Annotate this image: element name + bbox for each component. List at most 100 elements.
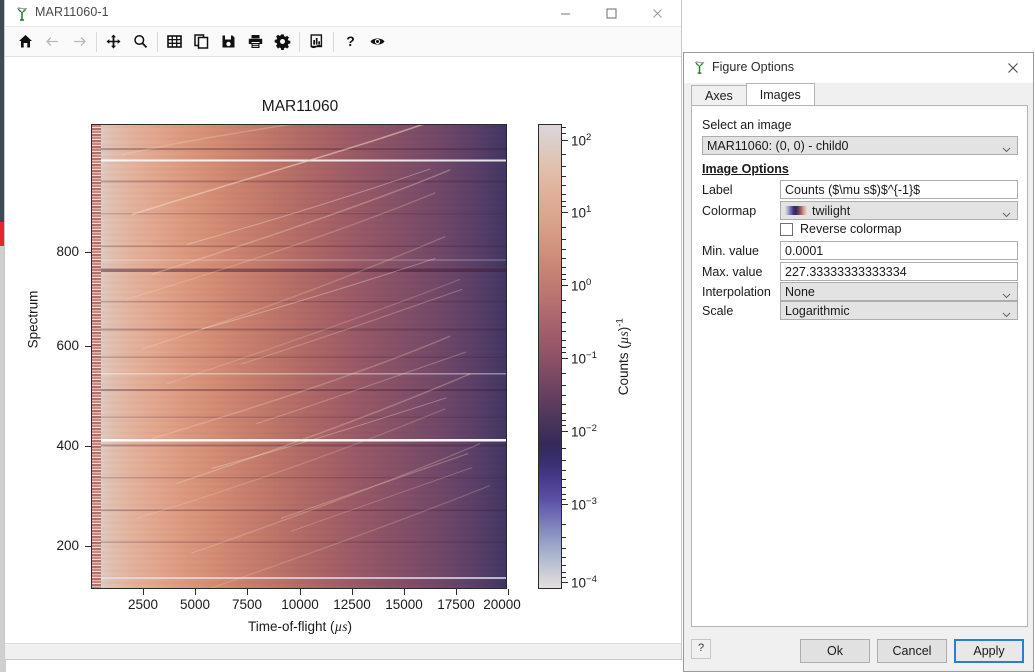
colorbar-minor-tick — [562, 470, 566, 471]
max-value-field-label: Max. value — [702, 265, 762, 279]
svg-text:?: ? — [346, 33, 355, 49]
colorbar-tick — [562, 140, 568, 141]
question-mark-icon[interactable]: ? — [337, 28, 364, 55]
matplotlib-icon — [692, 60, 707, 75]
y-axis-label: Spectrum — [26, 260, 41, 380]
scale-dropdown[interactable]: Logarithmic — [780, 301, 1018, 320]
colorbar-tick-label: 102 — [571, 132, 591, 149]
colorbar-minor-tick — [562, 279, 566, 280]
image-options-section-title: Image Options — [702, 162, 789, 176]
x-tick — [352, 589, 353, 595]
colorbar-minor-tick — [562, 166, 566, 167]
eye-icon[interactable] — [364, 28, 391, 55]
colorbar-tick — [562, 582, 568, 583]
colorbar-minor-tick — [562, 258, 566, 259]
tab-images-label: Images — [760, 88, 801, 102]
colorbar-tick-label: 10−1 — [571, 350, 597, 367]
colorbar-minor-tick — [562, 312, 566, 313]
ok-button[interactable]: Ok — [800, 639, 870, 663]
dialog-titlebar[interactable]: Figure Options — [684, 53, 1033, 83]
cancel-button[interactable]: Cancel — [877, 639, 947, 663]
x-tick — [300, 589, 301, 595]
colorbar-minor-tick — [562, 201, 566, 202]
colorbar-label-exponent: -1 — [614, 318, 625, 326]
dialog-tabs: Axes Images — [691, 85, 815, 106]
colormap-field-label: Colormap — [702, 204, 756, 218]
tab-axes[interactable]: Axes — [691, 85, 747, 106]
colorbar-minor-tick — [562, 557, 566, 558]
colorbar-minor-tick — [562, 300, 566, 301]
colorbar-minor-tick — [562, 572, 566, 573]
colorbar-minor-tick — [562, 133, 566, 134]
min-value-input[interactable]: 0.0001 — [780, 241, 1018, 260]
close-icon[interactable] — [634, 0, 680, 26]
minimize-icon[interactable] — [542, 0, 588, 26]
colorbar-tick-label: 10−3 — [571, 496, 597, 513]
document-chart-icon[interactable] — [303, 28, 330, 55]
x-tick — [195, 589, 196, 595]
heatmap-axes[interactable] — [91, 124, 507, 589]
heatmap-left-noise — [92, 125, 101, 588]
help-button[interactable]: ? — [691, 639, 711, 659]
colorbar-minor-tick — [562, 249, 566, 250]
colorbar-minor-tick — [562, 206, 566, 207]
x-tick — [247, 589, 248, 595]
select-image-value: MAR11060: (0, 0) - child0 — [707, 139, 849, 153]
colorbar-tick — [562, 212, 568, 213]
reverse-colormap-checkbox-row[interactable]: Reverse colormap — [780, 222, 901, 236]
colorbar-minor-tick — [562, 385, 566, 386]
magnifier-icon[interactable] — [127, 28, 154, 55]
colorbar-minor-tick — [562, 499, 566, 500]
arrow-right-icon[interactable] — [66, 28, 93, 55]
colorbar-label: Counts (µs)-1 — [614, 277, 632, 437]
maximize-icon[interactable] — [588, 0, 634, 26]
apply-button[interactable]: Apply — [954, 639, 1024, 663]
arrow-left-icon[interactable] — [39, 28, 66, 55]
colorbar-minor-tick — [562, 479, 566, 480]
max-value-input[interactable]: 227.33333333333334 — [780, 262, 1018, 281]
colorbar-tick-label: 10−2 — [571, 423, 597, 440]
figure-statusbar — [5, 643, 681, 659]
colorbar-tick — [562, 431, 568, 432]
move-icon[interactable] — [100, 28, 127, 55]
reverse-colormap-checkbox[interactable] — [780, 223, 793, 236]
select-image-dropdown[interactable]: MAR11060: (0, 0) - child0 — [702, 136, 1018, 155]
colorbar-minor-tick — [562, 565, 566, 566]
close-icon[interactable] — [993, 53, 1033, 82]
x-axis-label-suffix: ) — [348, 619, 353, 634]
x-tick — [456, 589, 457, 595]
reverse-colormap-label: Reverse colormap — [800, 222, 901, 236]
figure-titlebar[interactable]: MAR11060-1 — [5, 0, 681, 27]
y-tick — [85, 446, 91, 447]
colorbar-tick — [562, 358, 568, 359]
grid-icon[interactable] — [161, 28, 188, 55]
interpolation-dropdown[interactable]: None — [780, 282, 1018, 301]
interpolation-field-label: Interpolation — [702, 285, 771, 299]
chevron-down-icon — [1002, 142, 1011, 151]
colorbar-minor-tick — [562, 194, 566, 195]
interpolation-value: None — [785, 285, 815, 299]
figure-canvas[interactable]: MAR11060 — [5, 58, 681, 643]
colorbar[interactable] — [538, 124, 562, 589]
colorbar-minor-tick — [562, 176, 566, 177]
label-input[interactable]: Counts ($\mu s$)$^{-1}$ — [780, 180, 1018, 199]
toolbar-separator — [96, 32, 97, 52]
colorbar-minor-tick — [562, 494, 566, 495]
printer-icon[interactable] — [242, 28, 269, 55]
colorbar-gradient — [539, 125, 561, 588]
toolbar-separator — [299, 32, 300, 52]
colorbar-minor-tick — [562, 420, 566, 421]
colorbar-tick-label: 100 — [571, 277, 591, 294]
copy-icon[interactable] — [188, 28, 215, 55]
figure-window-title: MAR11060-1 — [35, 5, 109, 19]
colorbar-minor-tick — [562, 185, 566, 186]
colorbar-minor-tick — [562, 267, 566, 268]
tab-images[interactable]: Images — [746, 83, 815, 106]
colorbar-minor-tick — [562, 340, 566, 341]
colormap-dropdown[interactable]: twilight — [780, 201, 1018, 220]
colorbar-minor-tick — [562, 154, 566, 155]
chevron-down-icon — [1002, 307, 1011, 316]
gear-icon[interactable] — [269, 28, 296, 55]
floppy-disk-icon[interactable] — [215, 28, 242, 55]
home-icon[interactable] — [12, 28, 39, 55]
